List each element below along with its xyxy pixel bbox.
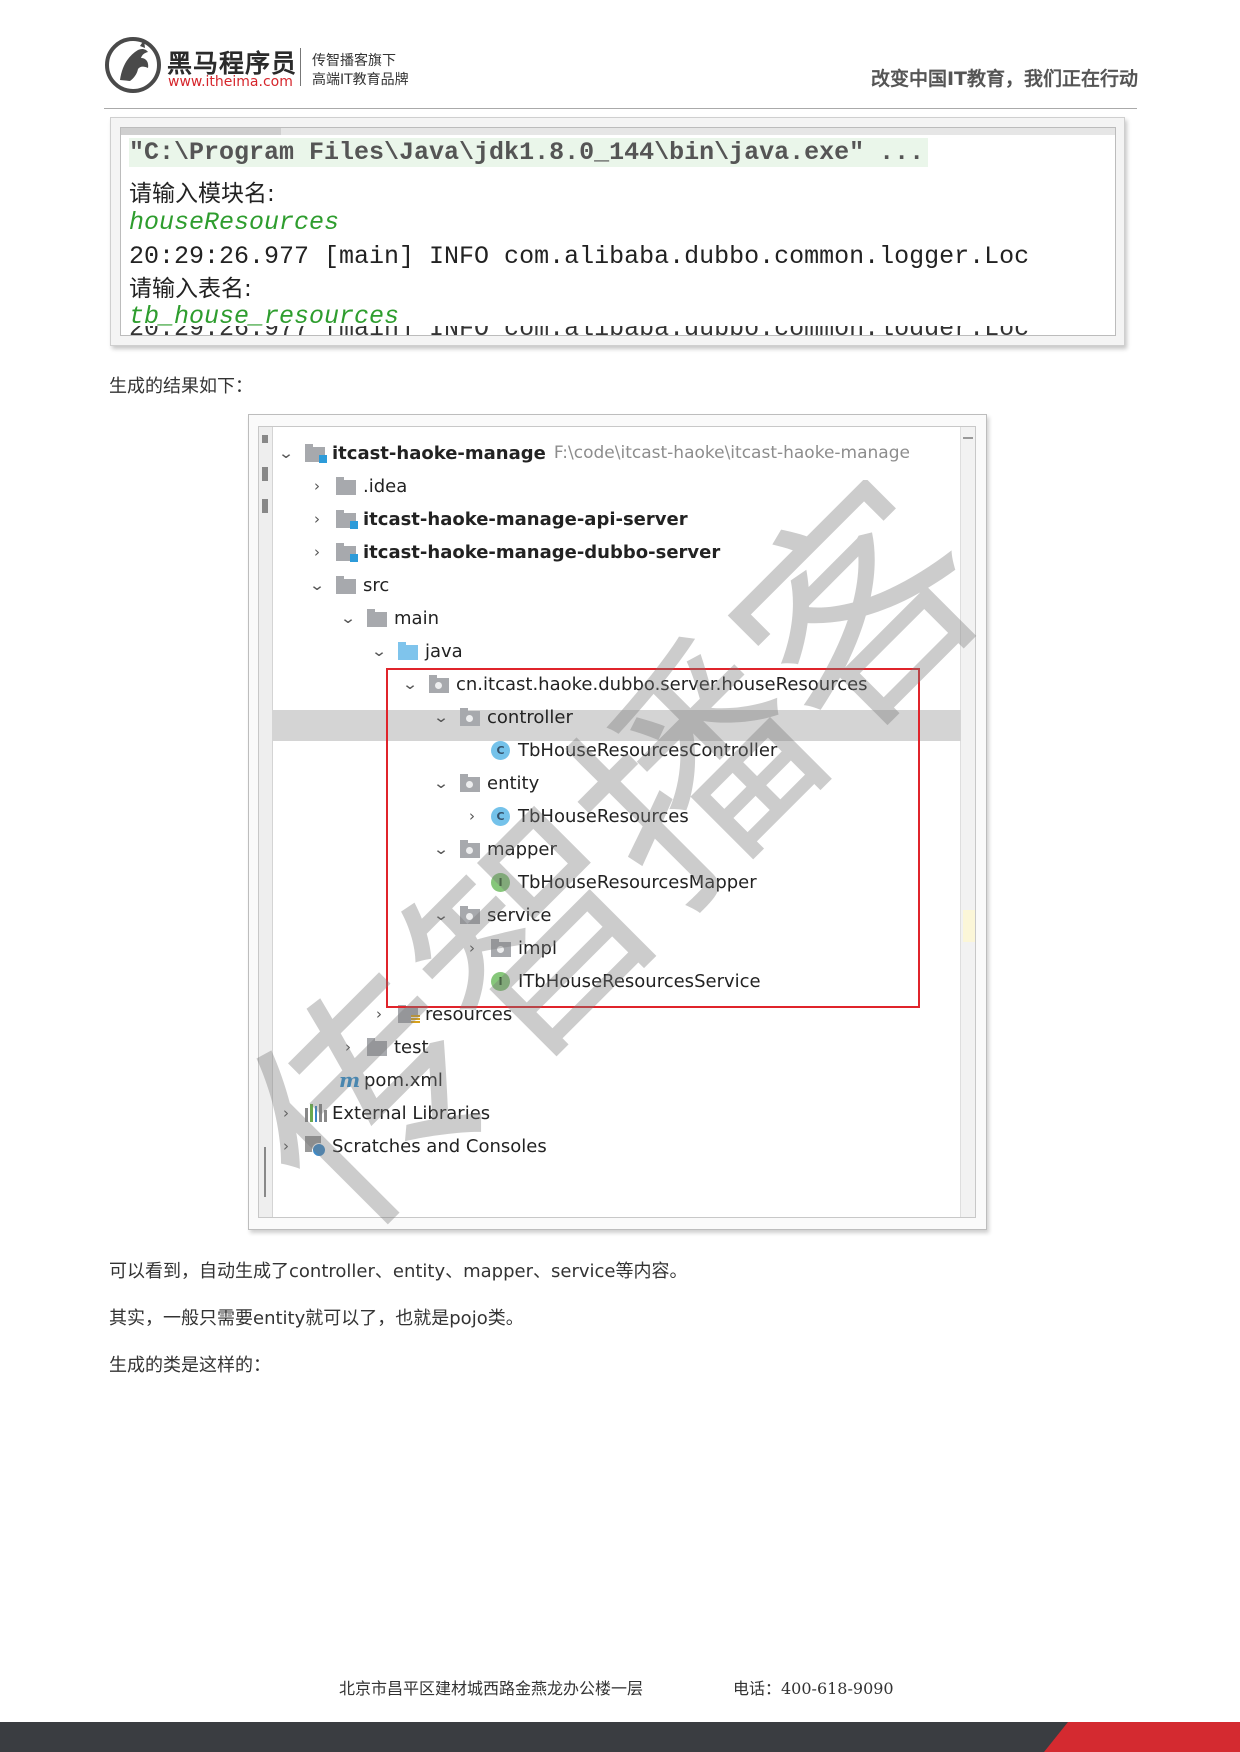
side-strip-mark [262, 499, 268, 513]
tree-scrollbar[interactable] [960, 427, 975, 1217]
tree-item-idea[interactable]: › .idea [308, 471, 407, 501]
chevron-right-icon[interactable]: › [277, 1104, 295, 1122]
favorites-tab[interactable] [264, 1147, 266, 1197]
tree-item-label: Scratches and Consoles [332, 1135, 547, 1157]
brand-tagline-2: 高端IT教育品牌 [312, 72, 409, 88]
tree-item-label: itcast-haoke-manage-dubbo-server [363, 541, 721, 563]
brand-url[interactable]: www.itheima.com [168, 74, 293, 90]
source-folder-icon [398, 641, 420, 661]
console-output: "C:\Program Files\Java\jdk1.8.0_144\bin\… [120, 127, 1116, 336]
tree-item-label: java [425, 640, 463, 662]
page-header: 黑马程序员 www.itheima.com 传智播客旗下 高端IT教育品牌 改变… [0, 0, 1240, 112]
scratches-icon [305, 1136, 327, 1157]
chevron-right-icon[interactable]: › [308, 477, 326, 495]
console-command-line: "C:\Program Files\Java\jdk1.8.0_144\bin\… [129, 138, 929, 167]
scroll-marker [963, 437, 973, 439]
module-folder-icon [336, 509, 358, 529]
side-tool-strip[interactable] [259, 427, 273, 1217]
footer-address: 北京市昌平区建材城西路金燕龙办公楼一层 [339, 1679, 644, 1698]
scroll-highlight-marker [963, 910, 975, 942]
console-prompt-module: 请输入模块名: [129, 181, 275, 207]
tree-item-api-server[interactable]: › itcast-haoke-manage-api-server [308, 504, 688, 534]
module-folder-icon [305, 443, 327, 463]
project-tree-screenshot: ⌄ itcast-haoke-manage F:\code\itcast-hao… [248, 414, 987, 1230]
horse-logo-icon [105, 37, 161, 93]
tree-item-java[interactable]: ⌄ java [370, 636, 463, 666]
tree-item-label: main [394, 607, 439, 629]
folder-icon [336, 476, 358, 496]
folder-icon [367, 1037, 389, 1057]
maven-icon: m [339, 1068, 361, 1092]
footer-phone: 电话：400-618-9090 [733, 1679, 894, 1698]
chevron-down-icon[interactable]: ⌄ [305, 576, 328, 594]
chevron-right-icon[interactable]: › [277, 1137, 295, 1155]
chevron-right-icon[interactable]: › [308, 510, 326, 528]
console-log-line: 20:29:26.977 [main] INFO com.alibaba.dub… [129, 242, 1030, 271]
tree-item-test[interactable]: › test [339, 1032, 429, 1062]
tree-item-pom[interactable]: m pom.xml [339, 1065, 443, 1095]
result-intro-text: 生成的结果如下： [109, 376, 253, 397]
tree-item-label: itcast-haoke-manage-api-server [363, 508, 688, 530]
chevron-down-icon[interactable]: ⌄ [336, 609, 359, 627]
tree-item-label: test [394, 1036, 429, 1058]
header-divider [104, 108, 1137, 109]
side-strip-mark [262, 467, 268, 481]
chevron-down-icon[interactable]: ⌄ [274, 444, 297, 462]
console-scroll-thumb[interactable] [121, 128, 281, 135]
tree-item-dubbo-server[interactable]: › itcast-haoke-manage-dubbo-server [308, 537, 720, 567]
brand-tagline-1: 传智播客旗下 [312, 53, 396, 69]
chevron-right-icon[interactable]: › [339, 1038, 357, 1056]
tree-item-label: External Libraries [332, 1102, 491, 1124]
root-path: F:\code\itcast-haoke\itcast-haoke-manage [553, 443, 910, 463]
side-strip-mark [262, 435, 268, 443]
tree-item-scratches[interactable]: › Scratches and Consoles [277, 1131, 547, 1161]
brand-divider [300, 48, 301, 86]
module-folder-icon [336, 542, 358, 562]
class-intro-text: 生成的类是这样的： [109, 1355, 271, 1376]
folder-icon [367, 608, 389, 628]
folder-icon [336, 575, 358, 595]
header-slogan: 改变中国IT教育，我们正在行动 [870, 68, 1138, 90]
tree-item-label: pom.xml [364, 1069, 443, 1091]
chevron-down-icon[interactable]: ⌄ [367, 642, 390, 660]
libraries-icon [305, 1104, 327, 1122]
project-tree-panel: ⌄ itcast-haoke-manage F:\code\itcast-hao… [258, 426, 976, 1218]
tree-item-label: src [363, 574, 390, 596]
entity-only-text: 其实，一般只需要entity就可以了，也就是pojo类。 [109, 1308, 524, 1329]
tree-item-external-libraries[interactable]: › External Libraries [277, 1098, 490, 1128]
console-input-module: houseResources [129, 208, 340, 237]
chevron-right-icon[interactable]: › [308, 543, 326, 561]
console-prompt-table: 请输入表名: [129, 276, 252, 302]
tree-item-main[interactable]: ⌄ main [339, 603, 439, 633]
tree-item-label: itcast-haoke-manage [332, 442, 546, 464]
tree-item-label: .idea [363, 475, 408, 497]
tree-item-root[interactable]: ⌄ itcast-haoke-manage F:\code\itcast-hao… [277, 438, 910, 468]
console-screenshot: "C:\Program Files\Java\jdk1.8.0_144\bin\… [110, 117, 1125, 346]
generated-code-highlight-box [386, 668, 920, 1008]
console-scrollbar[interactable] [121, 128, 1115, 135]
tree-item-src[interactable]: ⌄ src [308, 570, 389, 600]
console-cutoff-line: 20:29:26.977 [main] INFO com.alibaba.dub… [129, 326, 1089, 335]
auto-generated-text: 可以看到，自动生成了controller、entity、mapper、servi… [109, 1261, 688, 1282]
footer-accent [1044, 1722, 1240, 1752]
